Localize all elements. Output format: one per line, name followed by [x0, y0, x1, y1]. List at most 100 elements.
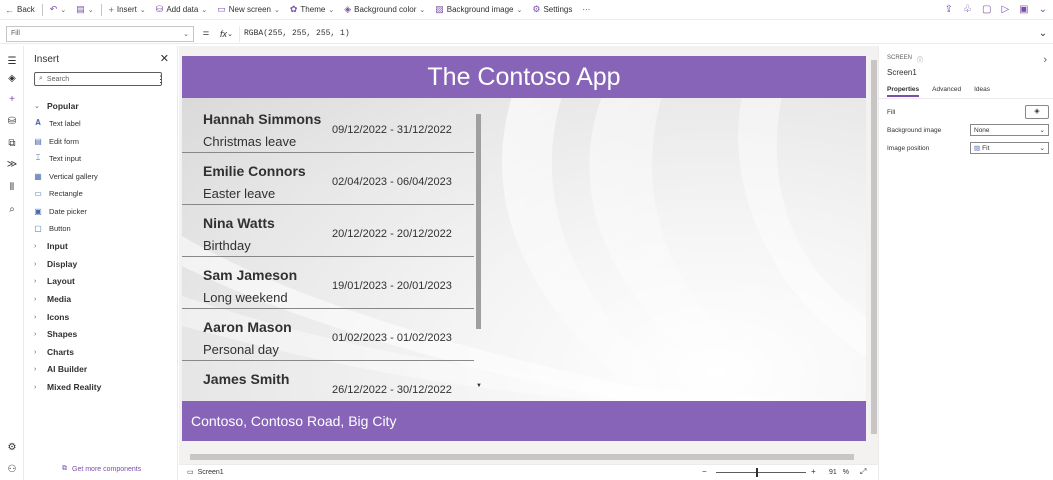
screen-tab[interactable]: ▭ Screen1 [187, 468, 224, 477]
help-icon[interactable]: ⓘ [917, 55, 923, 64]
category-display[interactable]: › Display [34, 257, 77, 271]
power-automate-icon[interactable]: ≫ [0, 159, 24, 170]
search-input[interactable]: ⌕ Search [34, 72, 162, 86]
image-icon: ▨ [974, 145, 981, 152]
add-data-button[interactable]: ⛁ Add data ⌄ [151, 0, 212, 20]
media-icon[interactable]: ⧉ [0, 138, 24, 149]
gallery-row[interactable]: Nina Watts Birthday 20/12/2022 - 20/12/2… [182, 205, 474, 257]
settings-gear-icon[interactable]: ⚙ [0, 442, 24, 453]
employee-name: James Smith [203, 371, 290, 387]
fit-to-window-icon[interactable]: ⤢ [860, 467, 866, 477]
chevron-right-icon: › [34, 242, 37, 250]
comments-icon[interactable]: ▢ [982, 4, 991, 15]
scrollbar-thumb[interactable] [190, 454, 854, 460]
category-icons[interactable]: › Icons [34, 310, 69, 324]
insert-item-edit-form[interactable]: ▤ Edit form [34, 134, 79, 148]
category-charts[interactable]: › Charts [34, 345, 74, 359]
tab-advanced[interactable]: Advanced [932, 86, 961, 97]
insert-panel: Insert ✕ ⌕ Search ⋮ ⌄ Popular 𝐀 Text lab… [25, 46, 178, 480]
tabs-divider [879, 98, 1053, 99]
paste-button[interactable]: ▤ ⌄ [71, 0, 98, 20]
insert-item-text-input[interactable]: ⌶ Text input [34, 151, 82, 165]
background-color-button[interactable]: ◈ Background color ⌄ [339, 0, 430, 20]
tab-ideas[interactable]: Ideas [974, 86, 990, 97]
formula-input[interactable]: RGBA(255, 255, 255, 1) [240, 26, 1033, 42]
equals-sign: = [202, 27, 210, 40]
category-popular[interactable]: ⌄ Popular [34, 99, 79, 113]
more-options-icon[interactable]: ⋮ [156, 74, 165, 85]
gallery-row[interactable]: Aaron Mason Personal day 01/02/2023 - 01… [182, 309, 474, 361]
more-button[interactable]: ··· [577, 0, 595, 20]
canvas-vertical-scrollbar[interactable] [870, 46, 878, 454]
collapse-panel-icon[interactable]: › [1043, 54, 1047, 66]
undo-button[interactable]: ↶ ⌄ [45, 0, 71, 20]
background-image-label: Background image [887, 127, 942, 134]
category-ai-builder[interactable]: › AI Builder [34, 362, 87, 376]
gallery-scrollbar[interactable] [476, 114, 481, 329]
background-image-dropdown[interactable]: None ⌄ [970, 124, 1049, 136]
insert-menu-button[interactable]: + Insert ⌄ [104, 0, 151, 20]
variables-icon[interactable]: ⦀ [0, 182, 24, 193]
search-icon[interactable]: ⌕ [0, 204, 24, 215]
gallery-row[interactable]: James Smith 26/12/2022 - 30/12/2022 [182, 361, 474, 401]
data-icon[interactable]: ⛁ [0, 116, 24, 127]
tree-view-icon[interactable]: ◈ [0, 73, 24, 84]
category-media[interactable]: › Media [34, 292, 71, 306]
gallery-row[interactable]: Hannah Simmons Christmas leave 09/12/202… [182, 101, 474, 153]
share-icon[interactable]: ⇪ [945, 4, 953, 15]
app-screen[interactable]: The Contoso App Hannah Simmons Christmas… [182, 56, 866, 441]
chevron-down-icon: ⌄ [273, 6, 280, 14]
close-icon[interactable]: ✕ [160, 52, 169, 65]
category-shapes[interactable]: › Shapes [34, 327, 77, 341]
employee-name: Aaron Mason [203, 319, 292, 335]
zoom-slider-thumb[interactable] [756, 468, 758, 477]
scroll-down-arrow-icon[interactable]: ▼ [476, 383, 482, 389]
back-button[interactable]: ← Back [0, 0, 40, 20]
get-more-components-link[interactable]: ⧉ Get more components [62, 465, 141, 473]
scrollbar-thumb[interactable] [871, 60, 877, 434]
leave-dates: 20/12/2022 - 20/12/2022 [332, 228, 452, 240]
category-mixed-reality[interactable]: › Mixed Reality [34, 380, 101, 394]
palette-icon: ✿ [289, 4, 298, 14]
background-image-button[interactable]: ▨ Background image ⌄ [430, 0, 527, 20]
gallery-icon: ▦ [34, 171, 42, 181]
gallery-row[interactable]: Sam Jameson Long weekend 19/01/2023 - 20… [182, 257, 474, 309]
theme-button[interactable]: ✿ Theme ⌄ [285, 0, 339, 20]
insert-item-vertical-gallery[interactable]: ▦ Vertical gallery [34, 169, 98, 183]
item-label: Edit form [49, 136, 80, 146]
calendar-icon: ▣ [34, 206, 42, 216]
category-input[interactable]: › Input [34, 239, 68, 253]
chevron-down-icon[interactable]: ⌄ [1039, 4, 1047, 15]
category-label: Popular [47, 101, 79, 111]
insert-item-date-picker[interactable]: ▣ Date picker [34, 204, 87, 218]
control-name[interactable]: Screen1 [887, 68, 917, 77]
gallery-row[interactable]: Emilie Connors Easter leave 02/04/2023 -… [182, 153, 474, 205]
leave-reason: Long weekend [203, 290, 288, 305]
leave-gallery[interactable]: Hannah Simmons Christmas leave 09/12/202… [182, 101, 484, 401]
app-checker-icon[interactable]: ♧ [963, 4, 972, 15]
screen-tab-label: Screen1 [197, 468, 224, 476]
canvas-horizontal-scrollbar[interactable] [182, 453, 870, 461]
insert-icon[interactable]: + [0, 94, 24, 105]
fill-color-picker[interactable]: ◈ [1025, 105, 1049, 119]
category-layout[interactable]: › Layout [34, 274, 75, 288]
chevron-down-icon: ⌄ [34, 103, 40, 110]
menu-icon[interactable]: ☰ [0, 56, 24, 67]
expand-formula-icon[interactable]: ⌄ [1033, 28, 1053, 39]
virtual-agent-icon[interactable]: ⚇ [0, 464, 24, 475]
preview-icon[interactable]: ▷ [1001, 4, 1009, 15]
insert-item-text-label[interactable]: 𝐀 Text label [34, 116, 80, 130]
tab-properties[interactable]: Properties [887, 86, 920, 97]
zoom-out-button[interactable]: − [702, 467, 707, 476]
new-screen-button[interactable]: ▭ New screen ⌄ [212, 0, 285, 20]
insert-item-rectangle[interactable]: ▭ Rectangle [34, 186, 83, 200]
insert-item-button[interactable]: ▢ Button [34, 221, 70, 235]
save-icon[interactable]: ▣ [1019, 4, 1028, 15]
zoom-slider[interactable] [716, 472, 806, 473]
settings-button[interactable]: ⚙ Settings [527, 0, 577, 20]
image-position-dropdown[interactable]: ▨ Fit ⌄ [970, 142, 1049, 154]
zoom-in-button[interactable]: + [811, 467, 816, 476]
property-dropdown[interactable]: Fill ⌄ [6, 25, 194, 42]
fx-button[interactable]: fx ⌄ [214, 25, 240, 42]
category-label: Display [47, 259, 78, 269]
